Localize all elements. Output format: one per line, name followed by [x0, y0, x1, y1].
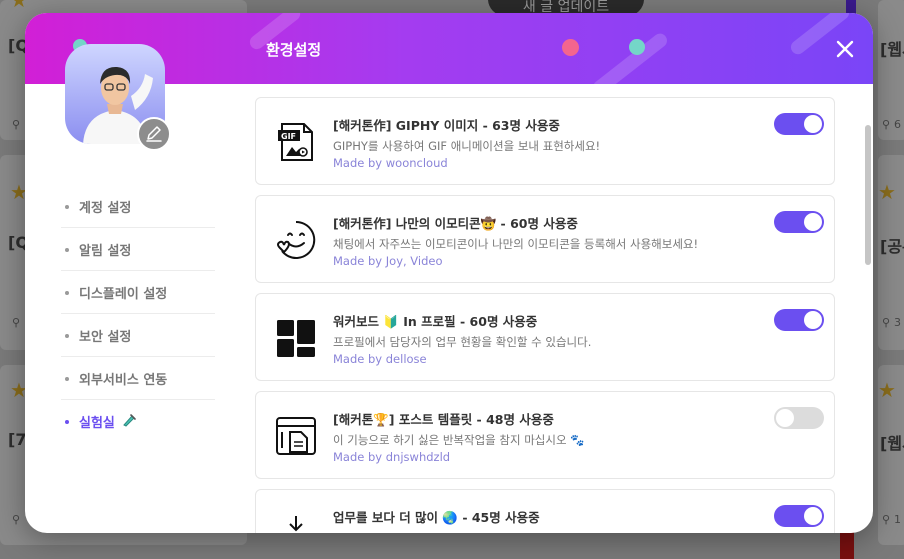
feature-description: 프로필에서 담당자의 업무 현황을 확인할 수 있습니다. — [333, 335, 592, 349]
toggle-knob — [804, 115, 822, 133]
person-icon: ⚲ — [882, 118, 891, 131]
feature-list: GIF [해커톤作] GIPHY 이미지 - 63명 사용중 GIPHY를 사용… — [255, 97, 835, 533]
background-item-title: [웹시 — [880, 434, 904, 453]
template-document-icon — [274, 414, 318, 458]
person-icon: ⚲ — [882, 513, 891, 526]
menu-item-display[interactable]: 디스플레이 설정 — [61, 271, 215, 314]
person-icon: ⚲ — [12, 316, 21, 329]
edit-avatar-button[interactable] — [137, 117, 171, 151]
menu-item-lab[interactable]: 실험실 — [61, 400, 215, 443]
person-icon: ⚲ — [12, 513, 21, 526]
modal-title: 환경설정 — [266, 41, 322, 59]
inbox-download-icon — [274, 512, 318, 533]
feature-title: 업무를 보다 더 많이 🌏 - 45명 사용중 — [333, 510, 540, 525]
settings-modal: 환경설정 계정 설정 알림 설정 디스플레이 설정 보안 설정 외부서비스 연동… — [25, 13, 873, 533]
feature-title: [해커톤作] 나만의 이모티콘🤠 - 60명 사용중 — [333, 216, 578, 231]
feature-toggle-giphy[interactable] — [774, 113, 824, 135]
feature-card-emoticon: [해커톤作] 나만의 이모티콘🤠 - 60명 사용중 채팅에서 자주쓰는 이모티… — [255, 195, 835, 283]
close-icon[interactable] — [835, 39, 855, 59]
toggle-knob — [804, 311, 822, 329]
background-item-title: [7 — [8, 430, 27, 449]
toggle-knob — [804, 213, 822, 231]
star-icon: ★ — [878, 180, 896, 204]
feature-toggle-post-template[interactable] — [774, 407, 824, 429]
scrollbar[interactable] — [865, 125, 871, 265]
menu-item-label: 실험실 — [79, 416, 115, 431]
gif-file-icon: GIF — [274, 120, 318, 164]
menu-item-notifications[interactable]: 알림 설정 — [61, 228, 215, 271]
feature-toggle-more-work[interactable] — [774, 505, 824, 527]
feature-author: Made by dellose — [333, 352, 427, 366]
toggle-knob — [804, 507, 822, 525]
menu-item-label: 보안 설정 — [79, 329, 132, 345]
feature-description: GIPHY를 사용하여 GIF 애니메이션을 보내 표현하세요! — [333, 139, 601, 153]
feature-author: Made by Joy, Video — [333, 254, 443, 268]
menu-item-security[interactable]: 보안 설정 — [61, 314, 215, 357]
star-icon: ★ — [10, 0, 28, 12]
menu-item-label: 외부서비스 연동 — [79, 372, 168, 388]
toggle-knob — [776, 409, 794, 427]
menu-item-label: 계정 설정 — [79, 200, 132, 216]
test-tube-icon — [121, 413, 137, 431]
background-item-count: 6 — [894, 118, 901, 131]
feature-author: Made by dnjswhdzld — [333, 450, 451, 464]
menu-item-external-services[interactable]: 외부서비스 연동 — [61, 357, 215, 400]
background-item-title: [공유 — [880, 237, 904, 256]
feature-author: Made by wooncloud — [333, 156, 448, 170]
menu-item-label: 디스플레이 설정 — [79, 286, 168, 302]
feature-description: 이 기능으로 하기 싫은 반복작업을 참지 마십시오 🐾 — [333, 433, 585, 447]
feature-description: 채팅에서 자주쓰는 이모티콘이나 나만의 이모티콘을 등록해서 사용해보세요! — [333, 237, 699, 251]
feature-card-post-template: [해커톤🏆] 포스트 템플릿 - 48명 사용중 이 기능으로 하기 싫은 반복… — [255, 391, 835, 479]
background-item-count: 3 — [894, 316, 901, 329]
star-icon: ★ — [878, 378, 896, 402]
feature-toggle-emoticon[interactable] — [774, 211, 824, 233]
feature-card-more-work: 업무를 보다 더 많이 🌏 - 45명 사용중 — [255, 489, 835, 533]
feature-toggle-workerboard[interactable] — [774, 309, 824, 331]
background-item-count: 1 — [894, 513, 901, 526]
svg-text:GIF: GIF — [281, 132, 296, 141]
person-icon: ⚲ — [882, 316, 891, 329]
header-decoration — [629, 39, 645, 55]
feature-card-workerboard: 워커보드 🔰 In 프로필 - 60명 사용중 프로필에서 담당자의 업무 현황… — [255, 293, 835, 381]
feature-title: [해커톤🏆] 포스트 템플릿 - 48명 사용중 — [333, 412, 554, 427]
menu-item-account[interactable]: 계정 설정 — [61, 185, 215, 228]
feature-title: 워커보드 🔰 In 프로필 - 60명 사용중 — [333, 314, 538, 329]
header-decoration — [562, 39, 579, 56]
header-decoration — [590, 30, 670, 84]
pencil-icon — [146, 126, 162, 142]
person-icon: ⚲ — [12, 118, 21, 131]
settings-menu: 계정 설정 알림 설정 디스플레이 설정 보안 설정 외부서비스 연동 실험실 — [61, 185, 215, 443]
feature-title: [해커톤作] GIPHY 이미지 - 63명 사용중 — [333, 118, 560, 133]
dashboard-grid-icon — [274, 316, 318, 360]
menu-item-label: 알림 설정 — [79, 243, 132, 259]
emoji-face-icon — [274, 218, 318, 262]
feature-card-giphy: GIF [해커톤作] GIPHY 이미지 - 63명 사용중 GIPHY를 사용… — [255, 97, 835, 185]
background-item-title: [웹시 — [880, 40, 904, 59]
